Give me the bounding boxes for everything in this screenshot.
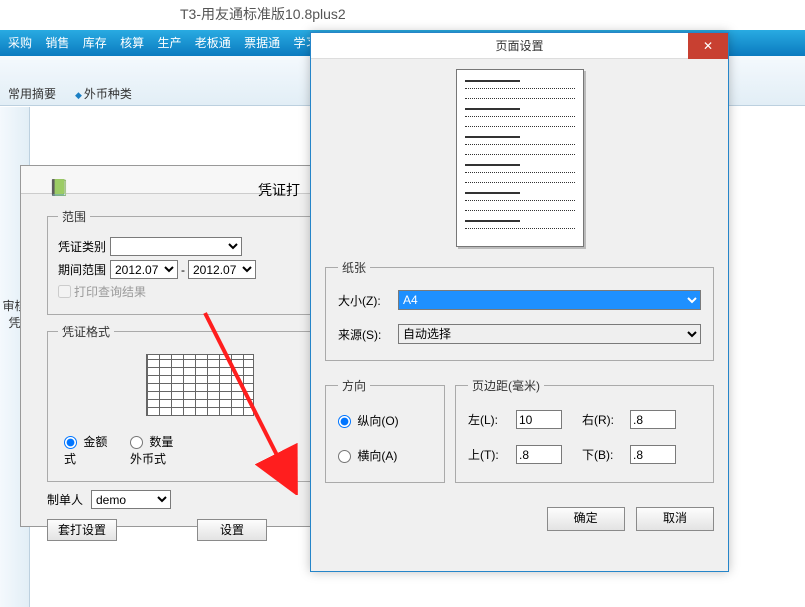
dialog-title: 凭证打 [258,180,300,200]
close-icon: ✕ [703,39,713,53]
page-setup-title: 页面设置 [495,39,543,53]
page-setup-titlebar: 页面设置 ✕ [311,33,728,59]
maker-select[interactable]: demo [91,490,171,509]
maker-label: 制单人 [47,491,91,508]
cancel-button[interactable]: 取消 [636,507,714,531]
margin-bottom-input[interactable] [630,445,676,464]
books-icon: 📗 [49,178,69,198]
period-range-label: 期间范围 [58,261,110,278]
paper-size-label: 大小(Z): [338,292,398,309]
setup-button[interactable]: 设置 [197,519,267,541]
print-query-result-checkbox [58,285,71,298]
page-setup-dialog: 页面设置 ✕ 纸张 大小(Z): A4 来源(S): 自动选 [310,32,729,572]
app-title: T3-用友通标准版10.8plus2 [180,4,346,24]
portrait-radio[interactable]: 纵向(O) [338,414,399,428]
print-query-result-label: 打印查询结果 [74,283,146,300]
menu-item[interactable]: 采购 [8,36,32,50]
ok-button[interactable]: 确定 [547,507,625,531]
menu-item[interactable]: 老板通 [195,36,231,50]
amount-radio[interactable]: 金额式 [64,433,116,467]
margin-left-input[interactable] [516,410,562,429]
margin-right-label: 右(R): [582,411,624,428]
paper-source-select[interactable]: 自动选择 [398,324,701,344]
margin-right-input[interactable] [630,410,676,429]
scope-legend: 范围 [58,208,90,225]
period-from-select[interactable]: 2012.07 [110,260,178,279]
paper-size-select[interactable]: A4 [398,290,701,310]
paper-fieldset: 纸张 大小(Z): A4 来源(S): 自动选择 [325,259,714,361]
shortcut-currency-type[interactable]: ◆外币种类 [75,85,132,102]
menu-item[interactable]: 核算 [120,36,144,50]
voucher-type-select[interactable] [110,237,242,256]
grid-preview-icon [146,354,254,416]
orientation-fieldset: 方向 纵向(O) 横向(A) [325,377,445,483]
format-fieldset: 凭证格式 金额式 数量外币式 [47,323,353,482]
voucher-type-label: 凭证类别 [58,238,110,255]
diamond-icon: ◆ [75,90,82,100]
orientation-legend: 方向 [338,377,370,394]
shortcut-common-summary[interactable]: 常用摘要 [8,85,56,102]
margin-top-input[interactable] [516,445,562,464]
margin-left-label: 左(L): [468,411,510,428]
qtyfx-radio[interactable]: 数量外币式 [130,433,182,467]
page-preview-icon [456,69,584,247]
paper-source-label: 来源(S): [338,326,398,343]
period-to-select[interactable]: 2012.07 [188,260,256,279]
margins-legend: 页边距(毫米) [468,377,544,394]
menu-item[interactable]: 票据通 [244,36,280,50]
margins-fieldset: 页边距(毫米) 左(L): 右(R): 上(T): 下(B): [455,377,714,483]
scope-fieldset: 范围 凭证类别 期间范围 2012.07 - 2012.07 打印查询结果 [47,208,353,315]
margin-bottom-label: 下(B): [582,446,624,463]
format-legend: 凭证格式 [58,323,114,340]
close-button[interactable]: ✕ [688,33,728,59]
landscape-radio[interactable]: 横向(A) [338,449,397,463]
menu-item[interactable]: 生产 [157,36,181,50]
batch-print-settings-button[interactable]: 套打设置 [47,519,117,541]
margin-top-label: 上(T): [468,446,510,463]
paper-legend: 纸张 [338,259,370,276]
menu-item[interactable]: 库存 [83,36,107,50]
menu-item[interactable]: 销售 [45,36,69,50]
